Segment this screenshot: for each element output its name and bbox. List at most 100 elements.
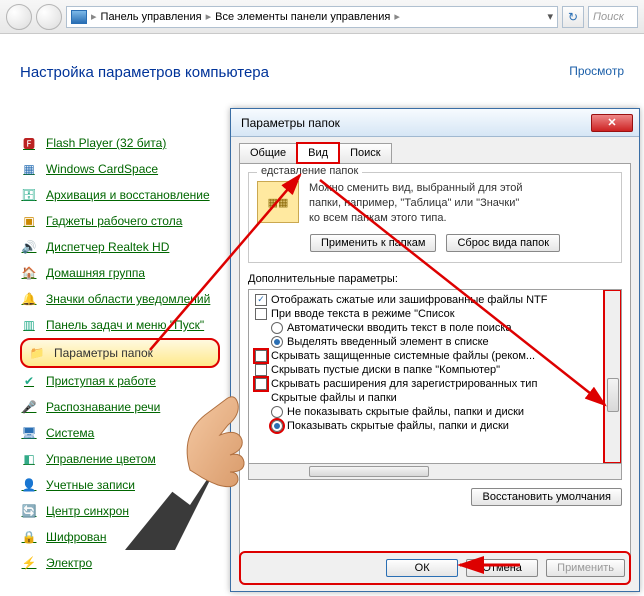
item-icon: 🏠 xyxy=(20,264,38,282)
item-label: Панель задач и меню "Пуск" xyxy=(46,318,204,332)
refresh-button[interactable]: ↻ xyxy=(562,6,584,28)
breadcrumb-sep: ▸ xyxy=(394,10,400,23)
item-icon: 👤 xyxy=(20,476,38,494)
scrollbar-thumb[interactable] xyxy=(607,378,619,412)
radio[interactable] xyxy=(271,336,283,348)
breadcrumb-part2[interactable]: Все элементы панели управления xyxy=(215,11,390,23)
checkbox[interactable]: ✓ xyxy=(255,294,267,306)
setting-label: Скрывать расширения для зарегистрированн… xyxy=(271,378,537,390)
item-label: Домашняя группа xyxy=(46,266,145,280)
control-panel-item[interactable]: 🅵 Flash Player (32 бита) xyxy=(20,130,220,156)
group-text-line: папки, например, "Таблица" или "Значки" xyxy=(309,196,523,211)
item-label: Диспетчер Realtek HD xyxy=(46,240,169,254)
item-label: Параметры папок xyxy=(54,346,153,360)
setting-label: Выделять введенный элемент в списке xyxy=(287,336,489,348)
setting-label: Показывать скрытые файлы, папки и диски xyxy=(287,420,509,432)
advanced-setting-row[interactable]: При вводе текста в режиме "Список xyxy=(255,307,602,321)
control-panel-item[interactable]: ⚡ Электро xyxy=(20,550,220,576)
advanced-setting-row[interactable]: Выделять введенный элемент в списке xyxy=(255,335,602,349)
control-panel-item[interactable]: 🔊Диспетчер Realtek HD xyxy=(20,234,220,260)
tab-view[interactable]: Вид xyxy=(297,143,339,163)
control-panel-item[interactable]: 🖥Система xyxy=(20,420,220,446)
apply-to-folders-button[interactable]: Применить к папкам xyxy=(310,234,437,252)
item-icon: 🎤 xyxy=(20,398,38,416)
reset-folders-button[interactable]: Сброс вида папок xyxy=(446,234,560,252)
tab-general[interactable]: Общие xyxy=(239,143,297,163)
item-label: Flash Player (32 бита) xyxy=(46,136,166,150)
horizontal-scrollbar[interactable] xyxy=(248,464,622,480)
advanced-setting-row[interactable]: Скрытые файлы и папки xyxy=(255,391,602,405)
control-panel-item[interactable]: 👤Учетные записи xyxy=(20,472,220,498)
control-panel-item[interactable]: 🔔Значки области уведомлений xyxy=(20,286,220,312)
vertical-scrollbar[interactable] xyxy=(604,290,621,463)
radio[interactable] xyxy=(271,322,283,334)
apply-button[interactable]: Применить xyxy=(546,559,625,577)
item-label: Гаджеты рабочего стола xyxy=(46,214,182,228)
advanced-settings-label: Дополнительные параметры: xyxy=(248,273,622,285)
item-icon: ▥ xyxy=(20,316,38,334)
item-icon: ▦ xyxy=(20,160,38,178)
item-icon: ◧ xyxy=(20,450,38,468)
radio[interactable] xyxy=(271,406,283,418)
search-input[interactable]: Поиск xyxy=(588,6,638,28)
tab-search[interactable]: Поиск xyxy=(339,143,391,163)
setting-label: При вводе текста в режиме "Список xyxy=(271,308,455,320)
search-placeholder: Поиск xyxy=(593,11,624,23)
advanced-setting-row[interactable]: Не показывать скрытые файлы, папки и дис… xyxy=(255,405,602,419)
checkbox[interactable] xyxy=(255,378,267,390)
setting-label: Скрытые файлы и папки xyxy=(271,392,397,404)
cancel-button[interactable]: Отмена xyxy=(466,559,538,577)
item-label: Распознавание речи xyxy=(46,400,160,414)
control-panel-item[interactable]: ▣ Гаджеты рабочего стола xyxy=(20,208,220,234)
control-panel-item[interactable]: 🔄Центр синхрон xyxy=(20,498,220,524)
advanced-setting-row[interactable]: Автоматически вводить текст в поле поиск… xyxy=(255,321,602,335)
item-label: Windows CardSpace xyxy=(46,162,158,176)
ok-button[interactable]: ОК xyxy=(386,559,458,577)
item-label: Архивация и восстановление xyxy=(46,188,210,202)
control-panel-item[interactable]: ✔Приступая к работе xyxy=(20,368,220,394)
breadcrumb-part1[interactable]: Панель управления xyxy=(101,11,202,23)
setting-label: Скрывать защищенные системные файлы (рек… xyxy=(271,350,535,362)
control-panel-icon xyxy=(71,10,87,24)
dropdown-icon[interactable]: ▾ xyxy=(547,10,553,23)
folder-grid-icon: ▦▦ xyxy=(257,181,299,223)
control-panel-item[interactable]: ▦ Windows CardSpace xyxy=(20,156,220,182)
dialog-footer: ОК Отмена Применить xyxy=(239,551,631,585)
checkbox[interactable] xyxy=(255,350,267,362)
checkbox[interactable] xyxy=(255,308,267,320)
radio[interactable] xyxy=(271,420,283,432)
item-icon: ▣ xyxy=(20,212,38,230)
item-icon: 🗄 xyxy=(20,186,38,204)
control-panel-item[interactable]: 🔒Шифрован xyxy=(20,524,220,550)
advanced-setting-row[interactable]: Скрывать пустые диски в папке "Компьютер… xyxy=(255,363,602,377)
view-mode-link[interactable]: Просмотр xyxy=(569,64,624,81)
nav-forward-button[interactable] xyxy=(36,4,62,30)
group-text-line: Можно сменить вид, выбранный для этой xyxy=(309,181,523,196)
scrollbar-thumb[interactable] xyxy=(309,466,429,477)
dialog-title: Параметры папок xyxy=(241,116,340,130)
item-label: Электро xyxy=(46,556,92,570)
advanced-setting-row[interactable]: Скрывать расширения для зарегистрированн… xyxy=(255,377,602,391)
nav-back-button[interactable] xyxy=(6,4,32,30)
control-panel-item[interactable]: 🗄 Архивация и восстановление xyxy=(20,182,220,208)
address-bar[interactable]: ▸ Панель управления ▸ Все элементы панел… xyxy=(66,6,558,28)
item-icon: 🔒 xyxy=(20,528,38,546)
restore-defaults-button[interactable]: Восстановить умолчания xyxy=(471,488,622,506)
control-panel-item[interactable]: 🎤 Распознавание речи xyxy=(20,394,220,420)
page-title: Настройка параметров компьютера xyxy=(20,64,269,81)
advanced-setting-row[interactable]: Скрывать защищенные системные файлы (рек… xyxy=(255,349,602,363)
checkbox[interactable] xyxy=(255,364,267,376)
advanced-settings-list: ✓Отображать сжатые или зашифрованные фай… xyxy=(248,289,622,464)
close-button[interactable]: ✕ xyxy=(591,114,633,132)
item-icon: ⚡ xyxy=(20,554,38,572)
advanced-setting-row[interactable]: Показывать скрытые файлы, папки и диски xyxy=(255,419,602,433)
item-icon: 📁 xyxy=(28,344,46,362)
item-label: Система xyxy=(46,426,94,440)
control-panel-item[interactable]: ◧Управление цветом xyxy=(20,446,220,472)
control-panel-item[interactable]: 📁 Параметры папок xyxy=(20,338,220,368)
control-panel-item[interactable]: 🏠 Домашняя группа xyxy=(20,260,220,286)
advanced-setting-row[interactable]: ✓Отображать сжатые или зашифрованные фай… xyxy=(255,293,602,307)
item-icon: 🅵 xyxy=(20,134,38,152)
control-panel-item[interactable]: ▥ Панель задач и меню "Пуск" xyxy=(20,312,220,338)
breadcrumb-sep: ▸ xyxy=(91,10,97,23)
